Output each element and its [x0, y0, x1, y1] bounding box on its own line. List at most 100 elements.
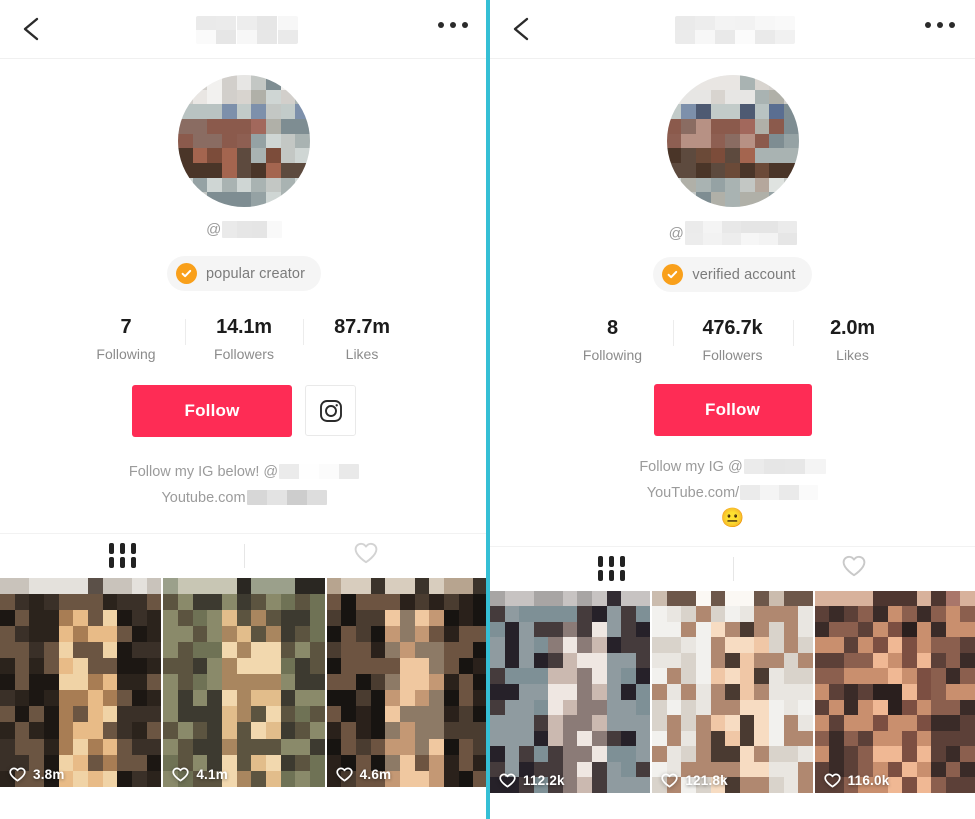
like-count: 3.8m	[33, 766, 65, 782]
instagram-link-button[interactable]	[305, 385, 356, 437]
bio-redacted	[740, 485, 819, 501]
stat-following[interactable]: 7 Following	[67, 315, 185, 363]
bio-emoji-line: 😐	[490, 506, 975, 532]
page-title-redacted	[196, 16, 298, 44]
thumbnail-image	[814, 590, 975, 793]
bio-redacted	[246, 490, 327, 506]
stat-followers-value: 476.7k	[702, 317, 763, 339]
thumbnail-image	[326, 577, 488, 787]
video-thumbnail[interactable]: 121.8k	[652, 590, 813, 793]
video-grid-left: 3.8m 4.1m 4.6m	[0, 577, 488, 787]
bio-line: Follow my IG below! @	[0, 459, 488, 485]
status-badge: verified account	[653, 257, 812, 292]
bio-left: Follow my IG below! @ Youtube.com	[0, 459, 488, 511]
top-navigation-bar-right	[490, 0, 975, 59]
page-title-redacted	[675, 16, 795, 44]
screenshot-root: @ popular creator 7 Following 14.1m Foll…	[0, 0, 975, 819]
more-options-icon[interactable]	[925, 22, 955, 28]
stat-following-label: Following	[582, 347, 643, 363]
stat-likes[interactable]: 87.7m Likes	[303, 315, 421, 363]
like-count-overlay: 121.8k	[661, 773, 728, 788]
back-chevron-icon[interactable]	[20, 16, 42, 42]
follow-button[interactable]: Follow	[653, 383, 812, 436]
video-thumbnail[interactable]: 112.2k	[490, 590, 651, 793]
tab-liked[interactable]	[244, 534, 488, 578]
at-symbol: @	[205, 221, 222, 238]
action-row-left: Follow	[0, 384, 488, 437]
username-handle-right: @	[490, 221, 975, 245]
bio-redacted	[279, 464, 360, 480]
username-handle-left: @	[0, 221, 488, 238]
profile-panel-right: @ verified account 8 Following 476.7k Fo…	[490, 0, 975, 819]
like-count-overlay: 4.6m	[336, 767, 392, 782]
status-badge-label: verified account	[692, 266, 796, 283]
thumbnail-image	[0, 577, 162, 787]
bio-line-text: Youtube.com	[161, 489, 246, 506]
tab-liked[interactable]	[732, 547, 975, 591]
profile-body-left: @ popular creator 7 Following 14.1m Foll…	[0, 75, 488, 511]
badge-row-left: popular creator	[0, 256, 488, 291]
top-navigation-bar-left	[0, 0, 488, 59]
grid-posts-icon	[108, 543, 136, 569]
thumbnail-image	[490, 590, 651, 793]
like-count-overlay: 4.1m	[172, 767, 228, 782]
like-count-overlay: 3.8m	[9, 767, 65, 782]
like-count: 4.1m	[196, 766, 228, 782]
username-redacted	[684, 221, 797, 245]
status-badge: popular creator	[166, 256, 322, 291]
thumbnail-image	[652, 590, 813, 793]
stat-likes-label: Likes	[345, 346, 379, 362]
video-grid-right: 112.2k 121.8k 116.0k	[490, 590, 975, 793]
grid-posts-icon	[597, 556, 625, 582]
stat-followers-label: Followers	[214, 346, 274, 362]
status-badge-label: popular creator	[205, 265, 306, 282]
stat-followers[interactable]: 476.7k Followers	[672, 316, 793, 364]
heart-icon	[499, 773, 516, 788]
follow-button[interactable]: Follow	[132, 384, 292, 437]
verified-check-icon	[175, 263, 197, 284]
stat-likes-value: 2.0m	[830, 317, 875, 339]
bio-line: Youtube.com	[0, 485, 488, 511]
stat-following-value: 8	[607, 317, 618, 339]
stat-followers-label: Followers	[702, 347, 763, 363]
stat-likes-value: 87.7m	[334, 316, 390, 338]
more-options-icon[interactable]	[438, 22, 468, 28]
bio-line: YouTube.com/	[490, 480, 975, 506]
video-thumbnail[interactable]: 116.0k	[814, 590, 975, 793]
instagram-icon	[319, 399, 342, 422]
username-redacted	[222, 221, 283, 238]
stat-following-value: 7	[120, 316, 132, 338]
bio-line: Follow my IG @	[490, 454, 975, 480]
heart-icon	[9, 767, 26, 782]
stat-followers[interactable]: 14.1m Followers	[185, 315, 303, 363]
heart-icon	[824, 773, 841, 788]
like-count: 116.0k	[847, 772, 890, 788]
badge-row-right: verified account	[490, 257, 975, 292]
bio-emoji: 😐	[720, 507, 745, 529]
like-count-overlay: 112.2k	[499, 773, 565, 788]
action-row-right: Follow	[490, 383, 975, 436]
content-tabs-left	[0, 532, 488, 578]
heart-icon	[172, 767, 189, 782]
back-chevron-icon[interactable]	[510, 16, 532, 42]
video-thumbnail[interactable]: 4.6m	[326, 577, 488, 787]
avatar[interactable]	[666, 75, 799, 207]
video-thumbnail[interactable]: 4.1m	[163, 577, 325, 787]
heart-icon	[336, 767, 353, 782]
stat-followers-value: 14.1m	[216, 316, 272, 338]
tab-posts[interactable]	[490, 547, 733, 591]
bio-line-text: Follow my IG below! @	[128, 463, 279, 480]
stat-following[interactable]: 8 Following	[553, 316, 673, 364]
bio-redacted	[743, 459, 826, 475]
stat-likes[interactable]: 2.0m Likes	[792, 316, 913, 364]
heart-liked-icon	[353, 541, 379, 570]
avatar[interactable]	[178, 75, 310, 207]
tab-posts[interactable]	[0, 534, 244, 578]
thumbnail-image	[163, 577, 325, 787]
profile-body-right: @ verified account 8 Following 476.7k Fo…	[490, 75, 975, 532]
stats-row-right: 8 Following 476.7k Followers 2.0m Likes	[490, 316, 975, 364]
video-thumbnail[interactable]: 3.8m	[0, 577, 162, 787]
content-tabs-right	[490, 545, 975, 591]
at-symbol: @	[668, 224, 684, 242]
like-count-overlay: 116.0k	[824, 773, 890, 788]
